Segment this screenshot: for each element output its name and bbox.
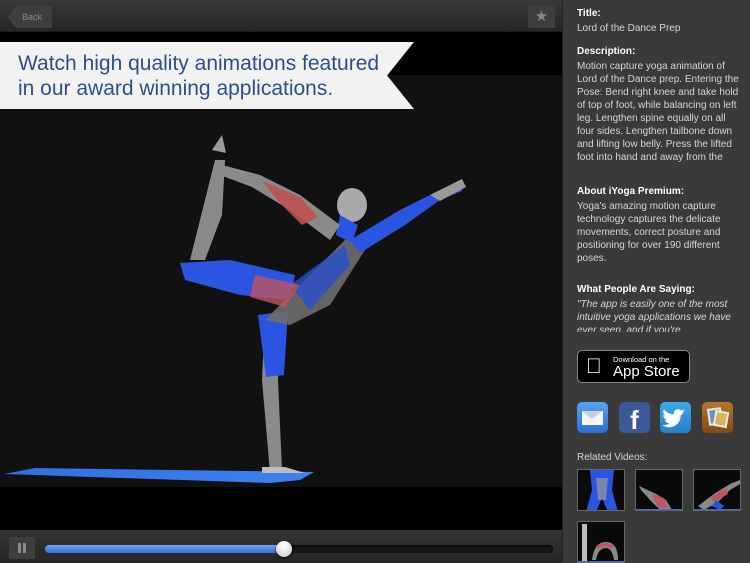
description-section: Description: Motion capture yoga animati…	[577, 45, 741, 173]
progress-slider[interactable]	[45, 541, 553, 557]
app-root: Back ★ Watch high quality animations fea…	[0, 0, 750, 563]
apple-icon: 	[586, 355, 602, 379]
video-frame[interactable]: Watch high quality animations featured i…	[0, 32, 562, 530]
reviews-label: What People Are Saying:	[577, 284, 695, 295]
related-video-thumb[interactable]	[635, 469, 683, 511]
facebook-icon: f	[630, 405, 639, 433]
figure-lifted-foot	[212, 135, 226, 153]
share-facebook-button[interactable]: f	[619, 402, 650, 433]
reviews-value[interactable]: "The app is easily one of the most intui…	[577, 298, 741, 332]
description-value[interactable]: Motion capture yoga animation of Lord of…	[577, 60, 741, 173]
progress-thumb[interactable]	[275, 541, 292, 557]
video-content	[0, 75, 562, 487]
twitter-icon	[662, 409, 685, 428]
share-photos-button[interactable]	[702, 402, 733, 433]
info-panel: Title: Lord of the Dance Prep Descriptio…	[562, 0, 750, 563]
figure-foot	[262, 467, 305, 473]
reviews-section: What People Are Saying: "The app is easi…	[577, 283, 741, 332]
pause-icon-bar	[23, 543, 26, 553]
progress-fill	[45, 545, 284, 553]
related-video-image	[636, 486, 682, 510]
back-button[interactable]: Back	[8, 6, 52, 28]
title-section: Title: Lord of the Dance Prep	[577, 7, 741, 35]
promo-banner: Watch high quality animations featured i…	[0, 42, 414, 109]
app-store-line2: App Store	[613, 363, 680, 380]
photos-icon-front	[712, 409, 730, 429]
share-twitter-button[interactable]	[660, 402, 691, 433]
star-icon: ★	[534, 8, 549, 25]
about-label: About iYoga Premium:	[577, 186, 685, 197]
yoga-figure-illustration	[4, 135, 466, 483]
playback-controls	[0, 530, 562, 563]
pause-icon	[18, 543, 21, 553]
about-value: Yoga's amazing motion capture technology…	[577, 201, 721, 264]
video-player: Back ★ Watch high quality animations fea…	[0, 0, 562, 563]
related-video-image	[694, 480, 740, 510]
related-video-image	[586, 470, 618, 510]
related-videos-label: Related Videos:	[577, 452, 648, 463]
top-toolbar: Back ★	[0, 0, 562, 32]
related-video-image	[578, 524, 624, 562]
pause-button[interactable]	[9, 537, 35, 559]
related-video-thumb[interactable]	[693, 469, 741, 511]
title-label: Title:	[577, 8, 601, 19]
favorite-button[interactable]: ★	[528, 6, 555, 28]
description-label: Description:	[577, 46, 636, 57]
figure-lifted-shin	[190, 160, 225, 260]
about-section: About iYoga Premium: Yoga's amazing moti…	[577, 185, 741, 265]
related-video-thumb[interactable]	[577, 521, 625, 563]
app-store-button[interactable]:  Download on the App Store	[577, 350, 690, 383]
promo-banner-text: Watch high quality animations featured i…	[18, 52, 380, 100]
mail-icon	[582, 411, 603, 425]
title-value: Lord of the Dance Prep	[577, 23, 681, 34]
share-mail-button[interactable]	[577, 402, 608, 433]
related-video-thumb[interactable]	[577, 469, 625, 511]
